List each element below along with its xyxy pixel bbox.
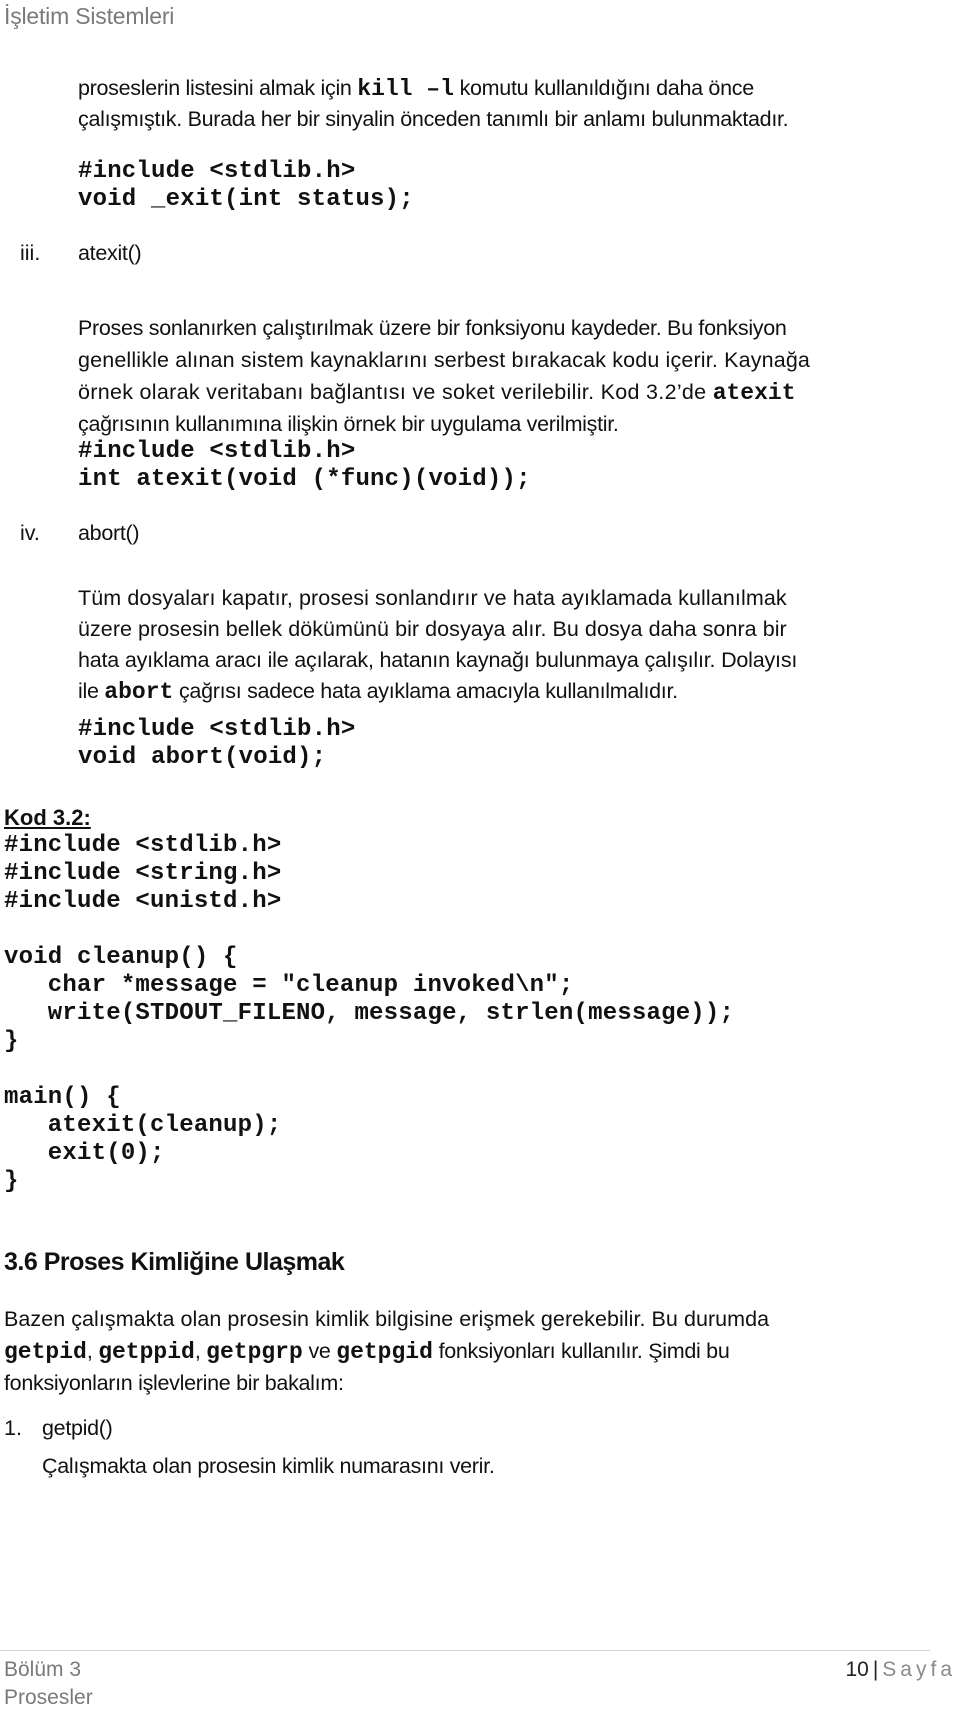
atexit-para-line-3: örnek olarak veritabanı bağlantısı ve so… [78, 376, 852, 409]
inline-code-getppid: getppid [98, 1339, 195, 1365]
abort-para-text-after: çağrısı sadece hata ayıklama amacıyla ku… [173, 679, 678, 703]
code-line: #include <stdlib.h> [4, 832, 282, 859]
section-para-text: fonksiyonları kullanılır. Şimdi bu [432, 1339, 730, 1363]
atexit-para-text: örnek olarak veritabanı bağlantısı ve so… [78, 380, 713, 404]
item-title-abort: abort() [78, 521, 140, 545]
code-line: write(STDOUT_FILENO, message, strlen(mes… [4, 1000, 735, 1027]
exit-proto-include: #include <stdlib.h> [78, 158, 356, 185]
code-line: #include <string.h> [4, 860, 282, 887]
code-listing-label: Kod 3.2: [4, 805, 91, 830]
page-number: 10 [845, 1658, 869, 1681]
code-line: #include <unistd.h> [4, 888, 282, 915]
separator-text: , [194, 1339, 207, 1363]
list-marker-1: 1. [4, 1416, 22, 1440]
abort-proto-signature: void abort(void); [78, 744, 327, 771]
exit-proto-signature: void _exit(int status); [78, 186, 414, 213]
atexit-proto-signature: int atexit(void (*func)(void)); [78, 466, 531, 493]
atexit-proto-include: #include <stdlib.h> [78, 438, 356, 465]
abort-para-line-4: ile abort çağrısı sadece hata ayıklama a… [78, 675, 678, 708]
section-para-line-2: getpid, getppid, getpgrp ve getpgid fonk… [4, 1335, 852, 1368]
inline-code-abort: abort [104, 679, 174, 705]
atexit-para-line-1: Proses sonlanırken çalıştırılmak üzere b… [78, 316, 787, 340]
abort-para-text-before: ile [78, 679, 105, 703]
separator-text: , [86, 1339, 99, 1363]
inline-code-kill: kill –l [357, 76, 454, 102]
code-line: void cleanup() { [4, 944, 238, 971]
code-line: } [4, 1168, 19, 1195]
inline-code-atexit: atexit [712, 380, 796, 406]
intro-line-2: çalışmıştık. Burada her bir sinyalin önc… [78, 107, 789, 131]
code-line: exit(0); [4, 1140, 165, 1167]
footer-divider [0, 1650, 930, 1651]
item-title-atexit: atexit() [78, 241, 142, 265]
code-line: main() { [4, 1084, 121, 1111]
abort-para-line-3: hata ayıklama aracı ile açılarak, hatanı… [78, 648, 798, 672]
page-word: Sayfa [882, 1658, 956, 1681]
list-item-title-getpid: getpid() [42, 1416, 113, 1440]
list-marker-iv: iv. [20, 521, 40, 545]
inline-code-getpgrp: getpgrp [206, 1339, 303, 1365]
inline-code-getpgid: getpgid [336, 1339, 433, 1365]
footer-chapter-name: Prosesler [4, 1686, 93, 1709]
section-para-line-1: Bazen çalışmakta olan prosesin kimlik bi… [4, 1307, 770, 1331]
footer-page: 10 | Sayfa [845, 1656, 956, 1684]
page-separator: | [872, 1658, 879, 1681]
atexit-para-line-2: genellikle alınan sistem kaynaklarını se… [78, 348, 811, 372]
section-heading: 3.6 Proses Kimliğine Ulaşmak [4, 1248, 345, 1276]
intro-text: proseslerin listesini almak için [78, 76, 358, 100]
footer-chapter: Bölüm 3 [4, 1658, 82, 1681]
code-line: } [4, 1028, 19, 1055]
abort-para-line-2: üzere prosesin bellek dökümünü bir dosya… [78, 617, 787, 641]
atexit-para-line-4: çağrısının kullanımına ilişkin örnek bir… [78, 412, 619, 436]
running-header: İşletim Sistemleri [4, 3, 175, 29]
intro-text-after: komutu kullanıldığını daha önce [453, 76, 755, 100]
inline-code-getpid: getpid [4, 1339, 87, 1365]
code-line: char *message = "cleanup invoked\n"; [4, 972, 574, 999]
abort-proto-include: #include <stdlib.h> [78, 716, 356, 743]
section-para-line-3: fonksiyonların işlevlerine bir bakalım: [4, 1371, 344, 1395]
code-listing: #include <stdlib.h> #include <string.h> … [4, 832, 734, 1196]
abort-para-line-1: Tüm dosyaları kapatır, prosesi sonlandır… [78, 586, 787, 610]
intro-line-1: proseslerin listesini almak için kill –l… [78, 72, 852, 105]
list-item-desc-getpid: Çalışmakta olan prosesin kimlik numarası… [42, 1454, 495, 1478]
list-marker-iii: iii. [20, 241, 41, 265]
separator-text: ve [302, 1339, 337, 1363]
code-line: atexit(cleanup); [4, 1112, 282, 1139]
